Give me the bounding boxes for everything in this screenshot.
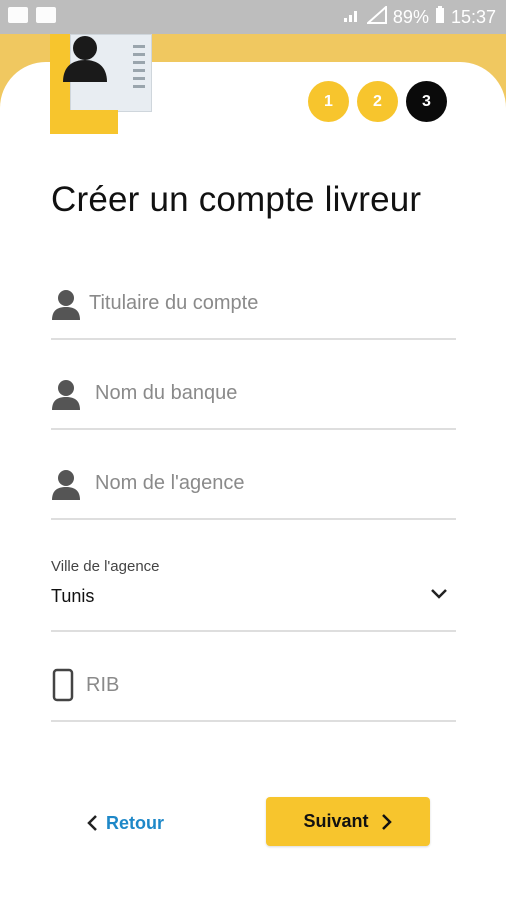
person-icon (52, 380, 80, 410)
notification-icon (8, 7, 28, 23)
next-button[interactable]: Suivant (266, 797, 430, 846)
agency-city-select[interactable]: Ville de l'agence Tunis (51, 558, 456, 632)
clock: 15:37 (450, 7, 496, 27)
agency-name-field[interactable]: Nom de l'agence (51, 462, 456, 520)
agency-city-value: Tunis (51, 586, 95, 606)
next-button-label: Suivant (303, 811, 369, 831)
signal-full-icon (365, 4, 387, 29)
notification-icons (8, 7, 56, 23)
person-icon (52, 290, 80, 320)
step-3: 3 (406, 81, 447, 122)
step-1: 1 (308, 81, 349, 122)
account-id-card-icon (50, 34, 154, 134)
image-icon (36, 7, 56, 23)
account-holder-field[interactable]: Titulaire du compte (51, 282, 456, 340)
logo-person-icon (63, 36, 107, 82)
back-button[interactable]: Retour (86, 808, 164, 838)
agency-name-placeholder: Nom de l'agence (95, 472, 245, 494)
chevron-left-icon (87, 815, 97, 831)
person-icon (52, 470, 80, 500)
logo-yellow-base (50, 110, 118, 134)
phone-icon (52, 668, 74, 702)
back-button-label: Retour (106, 812, 164, 833)
step-indicator: 1 2 3 (308, 81, 447, 122)
chevron-right-icon (381, 813, 392, 830)
bank-name-field[interactable]: Nom du banque (51, 372, 456, 430)
step-2: 2 (357, 81, 398, 122)
system-status: 89% 15:37 (343, 4, 496, 29)
agency-city-label: Ville de l'agence (51, 558, 160, 575)
account-holder-placeholder: Titulaire du compte (89, 292, 259, 314)
bank-name-placeholder: Nom du banque (95, 382, 238, 404)
rib-placeholder: RIB (86, 674, 120, 696)
signal-icon (343, 7, 361, 28)
status-bar: 89% 15:37 (0, 0, 506, 34)
battery-icon (435, 6, 445, 29)
battery-percent: 89% (392, 7, 429, 27)
chevron-down-icon[interactable] (430, 588, 448, 600)
rib-field[interactable]: RIB (51, 664, 456, 722)
page-title: Créer un compte livreur (51, 180, 422, 219)
